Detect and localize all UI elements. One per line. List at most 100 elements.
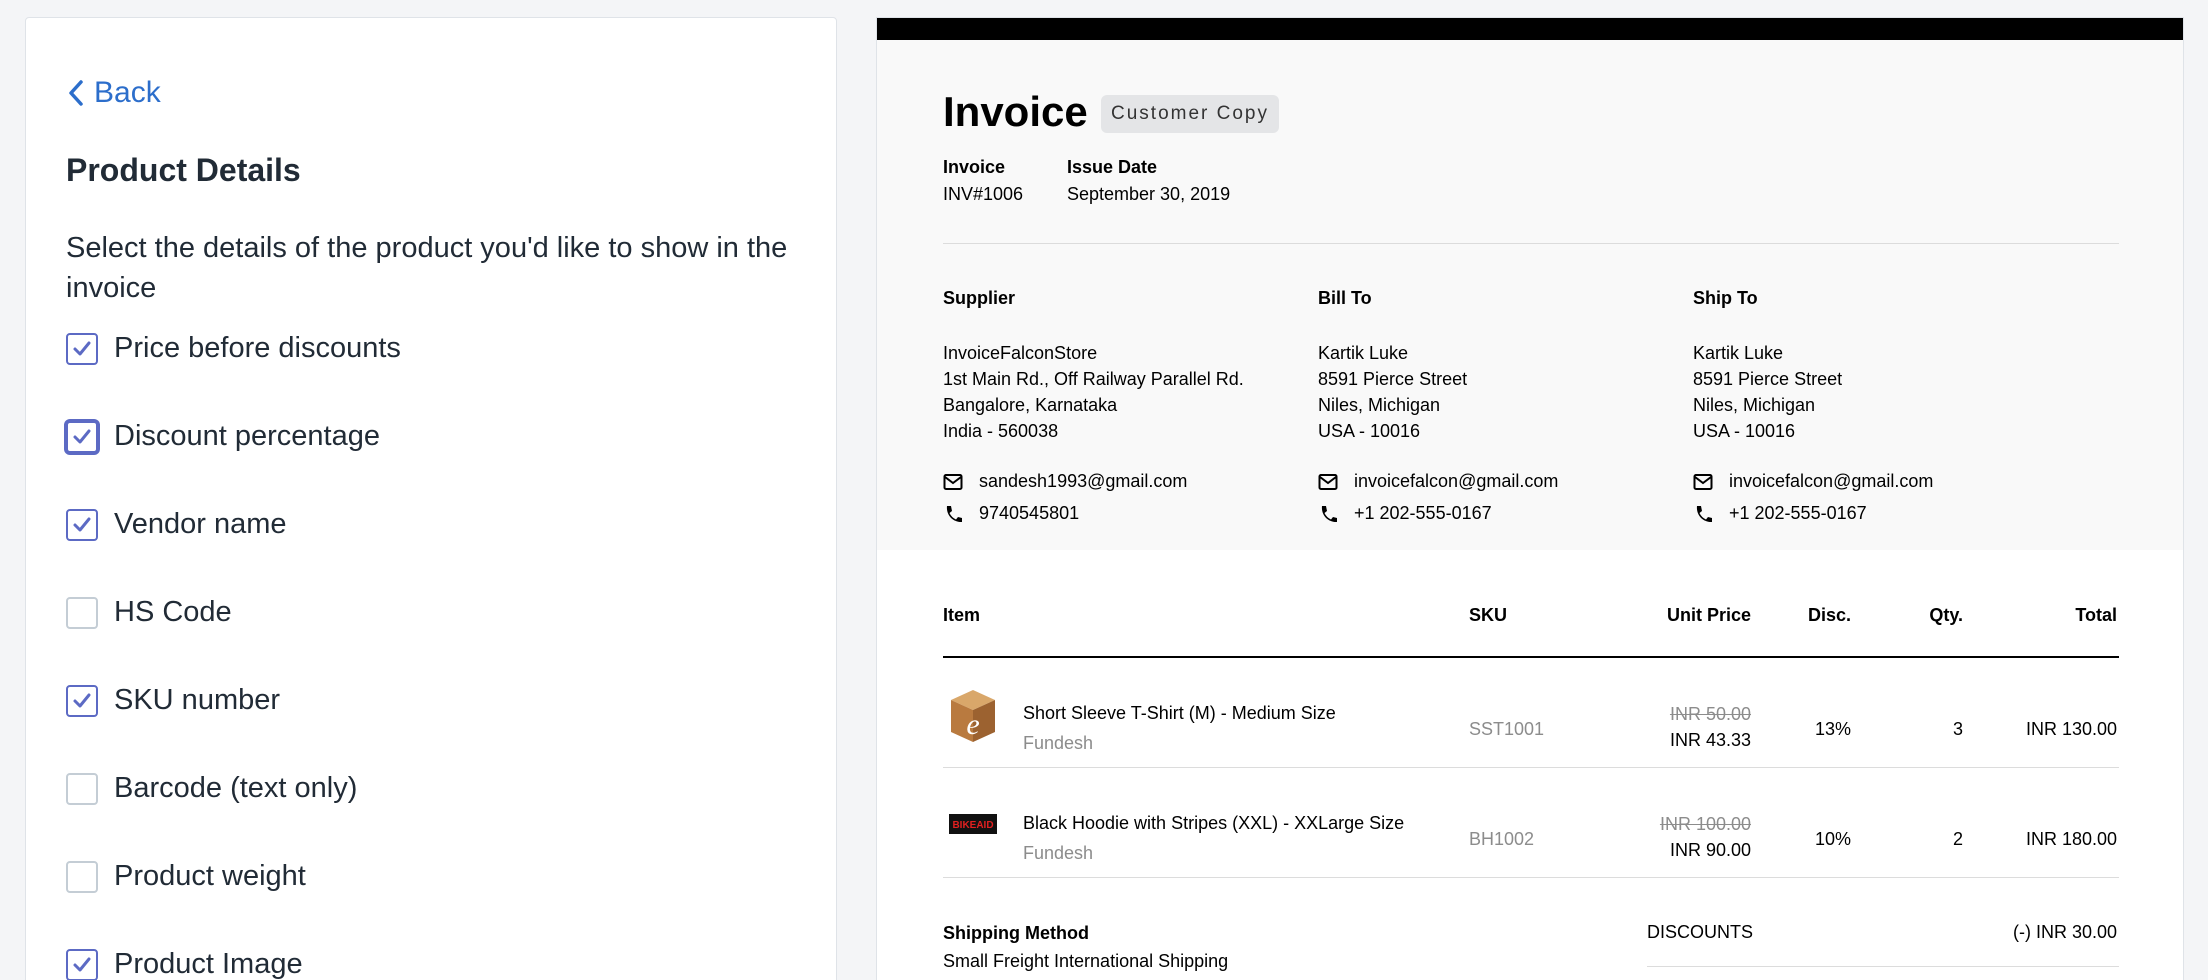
item-vendor: Fundesh <box>1023 843 1094 863</box>
option-label: Vendor name <box>114 508 287 540</box>
option-label: Discount percentage <box>114 420 380 452</box>
check-icon <box>73 693 91 707</box>
panel-description: Select the details of the product you'd … <box>66 232 788 304</box>
invoice-preview: Invoice Customer Copy Invoice INV#1006 I… <box>876 17 2184 980</box>
bill-to-phone: +1 202-555-0167 <box>1318 503 1492 524</box>
option-label: Barcode (text only) <box>114 772 358 804</box>
option-label: HS Code <box>114 596 232 628</box>
item-vendor: Fundesh <box>1023 733 1094 753</box>
supplier-email: sandesh1993@gmail.com <box>943 471 1187 492</box>
shipping-method-label: Shipping Method <box>943 923 1089 943</box>
invoice-top-bar <box>877 18 2183 40</box>
box-e-icon: e <box>951 690 995 742</box>
column-header-discount: Disc. <box>1807 605 1851 625</box>
checkbox[interactable] <box>66 596 98 629</box>
bill-to-email: invoicefalcon@gmail.com <box>1318 471 1558 492</box>
ship-to-email: invoicefalcon@gmail.com <box>1693 471 1933 492</box>
issue-date: September 30, 2019 <box>1067 184 1231 204</box>
chevron-left-icon <box>69 80 83 106</box>
option-sku-number[interactable]: SKU number <box>66 684 280 717</box>
option-label: SKU number <box>114 684 281 716</box>
envelope-icon <box>1318 473 1338 490</box>
phone-icon <box>946 505 962 522</box>
column-header-item: Item <box>943 605 981 625</box>
bill-to-address: Kartik Luke 8591 Pierce Street Niles, Mi… <box>1318 340 1467 444</box>
address-line: 8591 Pierce Street <box>1318 369 1468 389</box>
checkbox[interactable] <box>66 860 98 893</box>
option-vendor-name[interactable]: Vendor name <box>66 508 287 541</box>
bill-to-title: Bill To <box>1318 288 1372 308</box>
ship-to-title: Ship To <box>1693 288 1758 308</box>
item-price: INR 43.33 <box>1669 730 1751 750</box>
back-label: Back <box>94 76 161 109</box>
option-label: Product Image <box>114 948 303 980</box>
check-icon <box>73 429 91 443</box>
address-line: Niles, Michigan <box>1693 395 1816 415</box>
checkbox[interactable] <box>66 948 98 980</box>
bikeaid-logo-text: BIKEAID <box>952 820 993 831</box>
discounts-value: (-) INR 30.00 <box>2012 922 2117 942</box>
ship-to-phone: +1 202-555-0167 <box>1693 503 1867 524</box>
checkbox[interactable] <box>66 332 98 365</box>
column-header-qty: Qty. <box>1929 605 1963 625</box>
check-icon <box>73 517 91 531</box>
option-barcode[interactable]: Barcode (text only) <box>66 772 357 805</box>
checkbox[interactable] <box>66 684 98 717</box>
option-discount-percentage[interactable]: Discount percentage <box>66 420 380 453</box>
item-discount: 13% <box>1814 719 1851 739</box>
item-discount: 10% <box>1814 829 1851 849</box>
item-total: INR 130.00 <box>2025 719 2117 739</box>
option-hs-code[interactable]: HS Code <box>66 596 232 629</box>
checkbox[interactable] <box>66 508 98 541</box>
invoice-number: INV#1006 <box>943 184 1024 204</box>
item-sku: SST1001 <box>1469 719 1545 739</box>
invoice-title: Invoice <box>943 88 1088 135</box>
address-line: Niles, Michigan <box>1318 395 1441 415</box>
column-header-sku: SKU <box>1469 605 1508 625</box>
back-link[interactable]: Back <box>66 76 161 110</box>
item-name: Short Sleeve T-Shirt (M) - Medium Size <box>1023 703 1336 723</box>
item-name: Black Hoodie with Stripes (XXL) - XXLarg… <box>1023 813 1405 833</box>
item-total: INR 180.00 <box>2025 829 2117 849</box>
row-divider <box>943 767 2119 768</box>
bikeaid-logo-icon: BIKEAID <box>949 814 997 834</box>
summary-divider <box>1647 966 2119 967</box>
box-e-letter: e <box>966 708 979 741</box>
address-line: Bangalore, Karnataka <box>943 395 1118 415</box>
issue-date-label: Issue Date <box>1067 157 1158 177</box>
address-line: USA - 10016 <box>1693 421 1796 441</box>
item-price-before: INR 50.00 <box>1669 704 1751 724</box>
phone-text: +1 202-555-0167 <box>1729 503 1867 523</box>
shipping-method-value: Small Freight International Shipping <box>943 951 1229 971</box>
checkbox[interactable] <box>66 420 98 453</box>
option-label: Price before discounts <box>114 332 401 364</box>
address-line: India - 560038 <box>943 421 1059 441</box>
item-price-before: INR 100.00 <box>1659 814 1751 834</box>
option-product-image[interactable]: Product Image <box>66 948 303 980</box>
address-line: InvoiceFalconStore <box>943 343 1098 363</box>
checkbox[interactable] <box>66 772 98 805</box>
email-text: invoicefalcon@gmail.com <box>1354 471 1559 491</box>
address-line: 1st Main Rd., Off Railway Parallel Rd. <box>943 369 1244 389</box>
address-line: Kartik Luke <box>1693 343 1784 363</box>
item-qty: 3 <box>1952 719 1963 739</box>
option-product-weight[interactable]: Product weight <box>66 860 306 893</box>
envelope-icon <box>1693 473 1713 490</box>
ship-to-address: Kartik Luke 8591 Pierce Street Niles, Mi… <box>1693 340 1842 444</box>
option-label: Product weight <box>114 860 306 892</box>
row-divider <box>943 877 2119 878</box>
panel-title: Product Details <box>66 152 301 188</box>
item-qty: 2 <box>1952 829 1963 849</box>
supplier-title: Supplier <box>943 288 1016 308</box>
option-price-before-discounts[interactable]: Price before discounts <box>66 332 401 365</box>
item-price: INR 90.00 <box>1669 840 1751 860</box>
supplier-address: InvoiceFalconStore 1st Main Rd., Off Rai… <box>943 340 1244 444</box>
phone-icon <box>1321 505 1337 522</box>
check-icon <box>73 957 91 971</box>
phone-icon <box>1696 505 1712 522</box>
divider <box>943 243 2119 244</box>
column-header-unit-price: Unit Price <box>1666 605 1751 625</box>
column-header-total: Total <box>2075 605 2117 625</box>
item-sku: BH1002 <box>1469 829 1535 849</box>
address-line: 8591 Pierce Street <box>1693 369 1843 389</box>
